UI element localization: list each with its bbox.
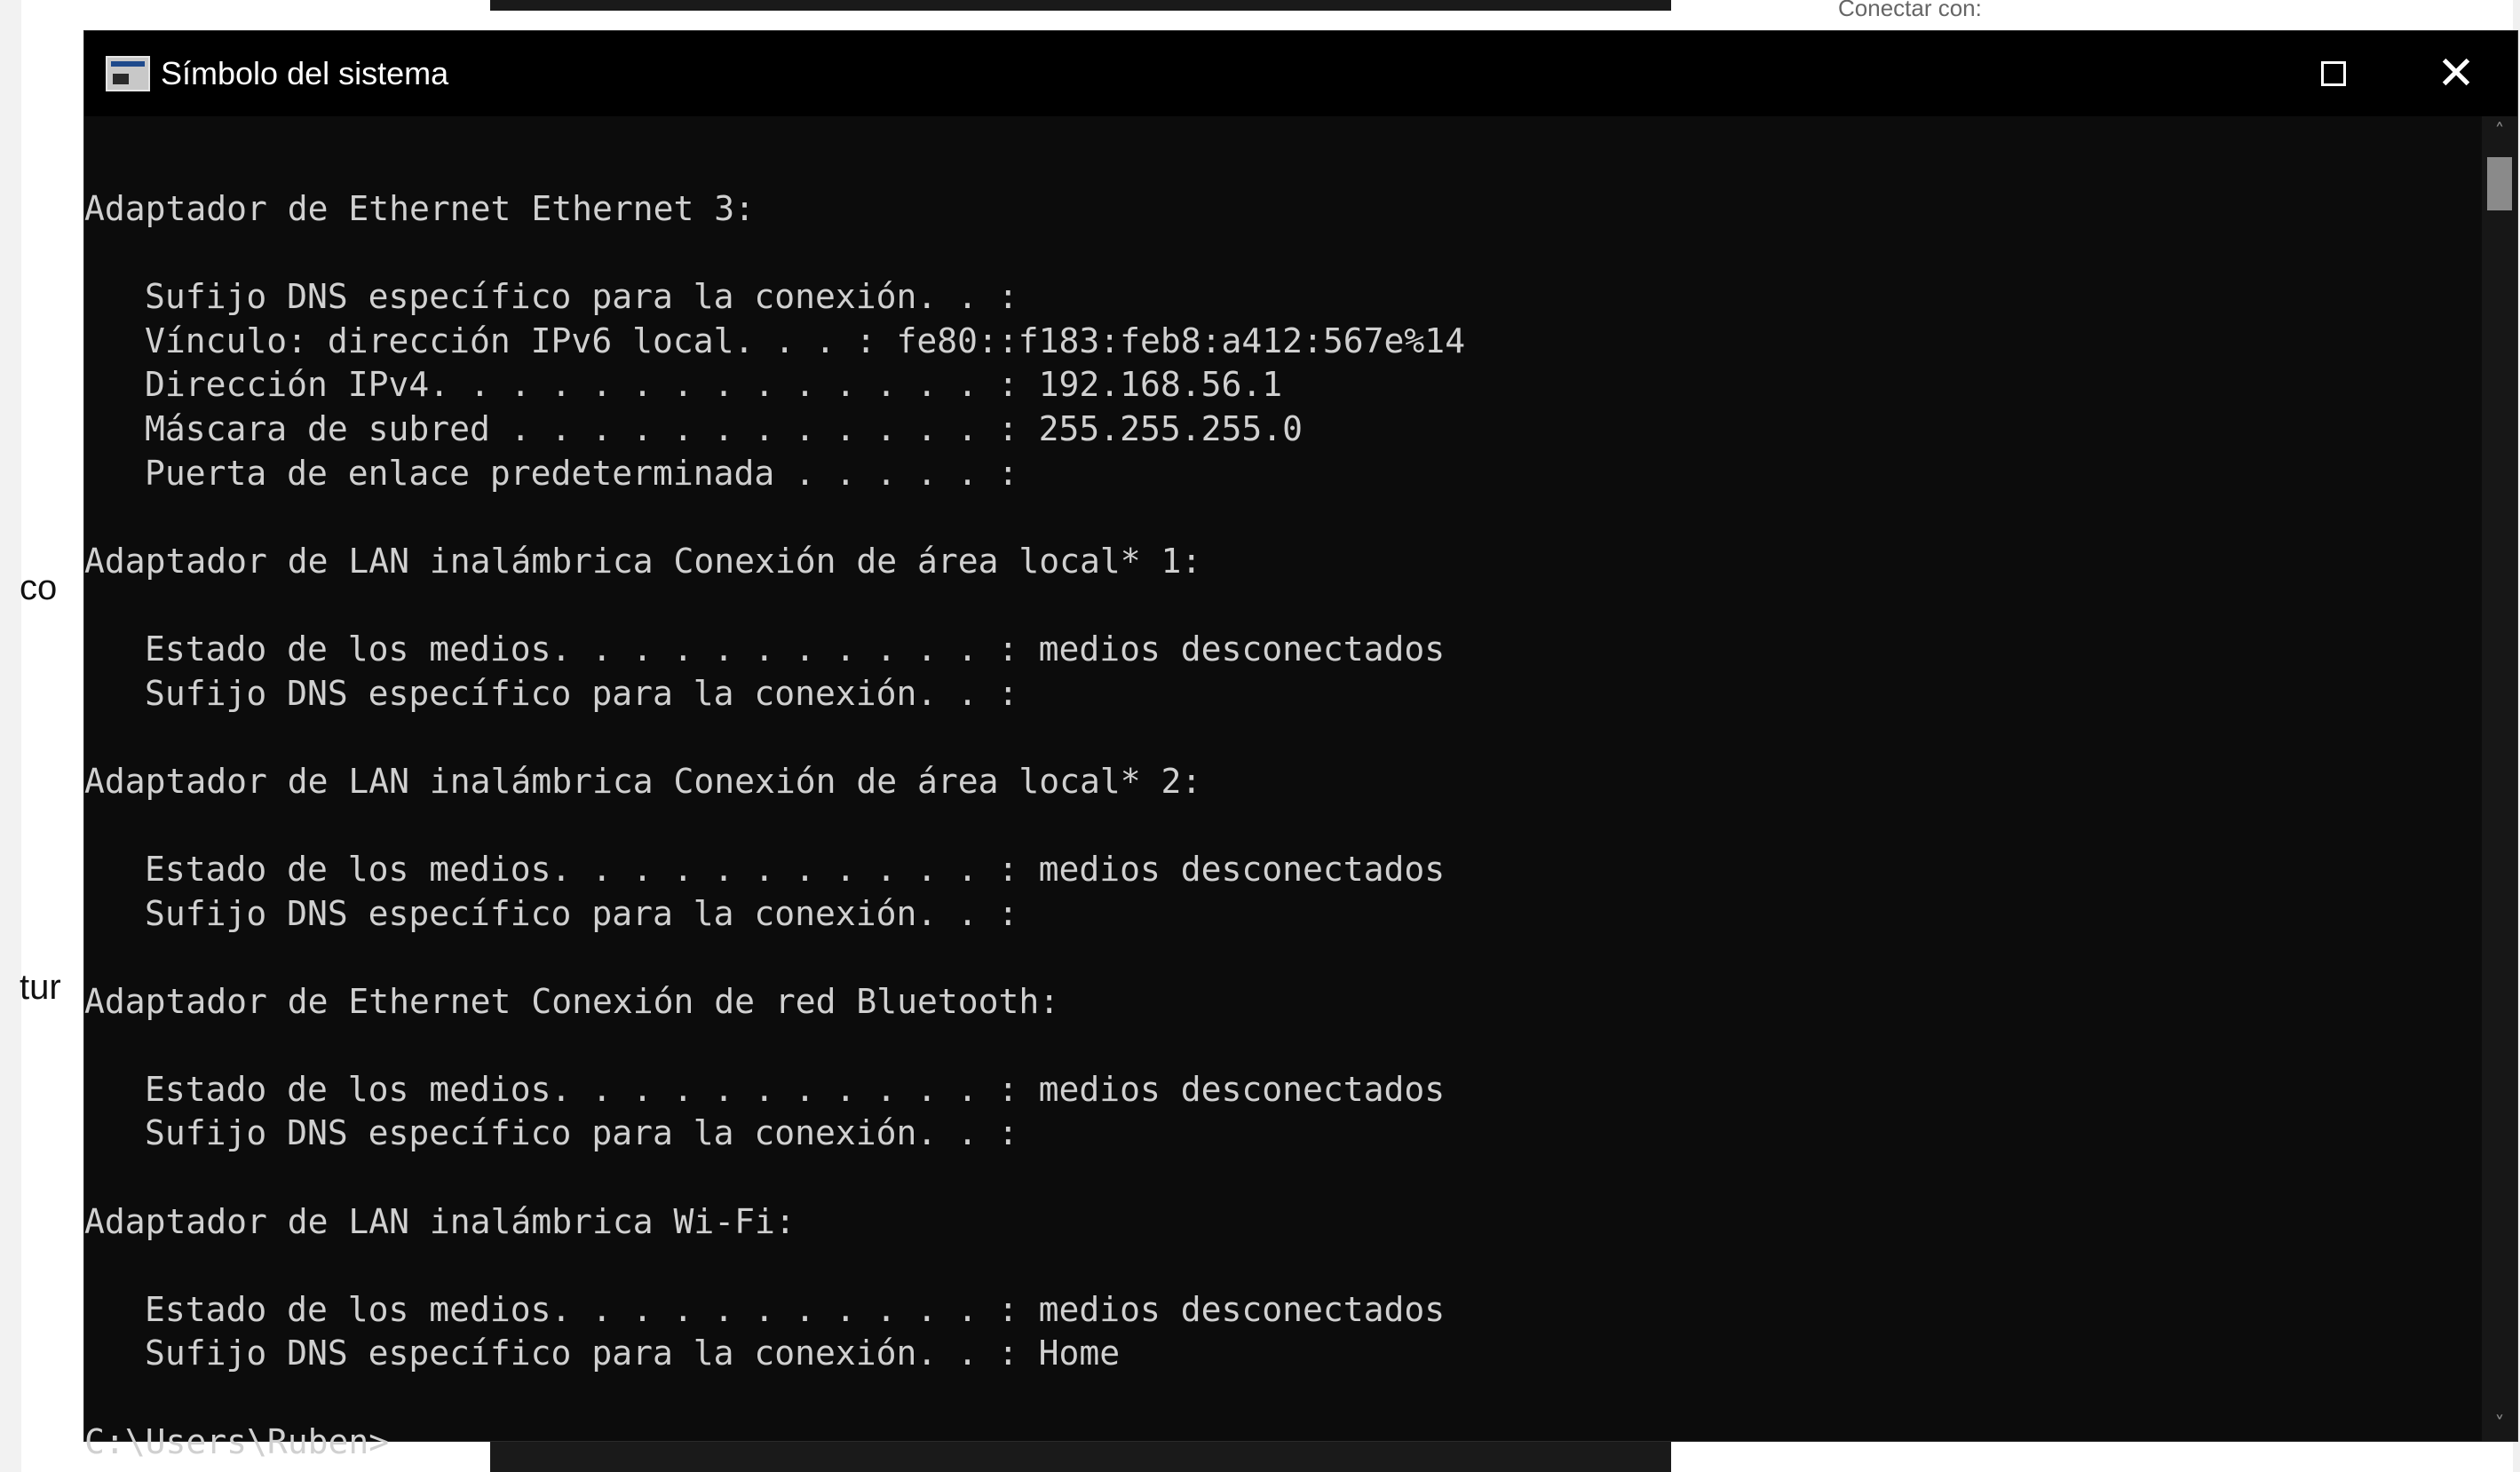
- console-line: Estado de los medios. . . . . . . . . . …: [145, 1289, 1446, 1329]
- console-line: Adaptador de Ethernet Ethernet 3:: [84, 189, 755, 228]
- console-line: Estado de los medios. . . . . . . . . . …: [145, 849, 1446, 889]
- console-line: Sufijo DNS específico para la conexión. …: [145, 893, 1018, 933]
- scroll-up-arrow-icon[interactable]: ˄: [2482, 116, 2517, 148]
- console-line: Adaptador de Ethernet Conexión de red Bl…: [84, 981, 1060, 1021]
- command-prompt-window[interactable]: Símbolo del sistema ✕ Adaptador de Ether…: [83, 30, 2518, 1461]
- console-line: Sufijo DNS específico para la conexión. …: [145, 673, 1018, 713]
- window-title: Símbolo del sistema: [161, 55, 449, 91]
- console-line: Dirección IPv4. . . . . . . . . . . . . …: [145, 365, 1283, 405]
- console-line: Puerta de enlace predeterminada . . . . …: [145, 453, 1018, 493]
- scroll-down-arrow-icon[interactable]: ˅: [2482, 1409, 2517, 1441]
- background-window-edge: [490, 0, 1671, 11]
- maximize-button[interactable]: [2272, 31, 2395, 116]
- console-line: Adaptador de LAN inalámbrica Conexión de…: [84, 761, 1202, 801]
- vertical-scrollbar[interactable]: ˄ ˅: [2482, 116, 2517, 1441]
- maximize-icon: [2321, 61, 2346, 86]
- console-line: C:\Users\Ruben>: [84, 1421, 390, 1461]
- console-line: Vínculo: dirección IPv6 local. . . : fe8…: [145, 321, 1466, 360]
- console-line: Sufijo DNS específico para la conexión. …: [145, 1334, 1121, 1373]
- console-line: Estado de los medios. . . . . . . . . . …: [145, 629, 1446, 669]
- console-line: Estado de los medios. . . . . . . . . . …: [145, 1069, 1446, 1109]
- background-connect-label: Conectar con:: [1838, 0, 1982, 21]
- console-line: Sufijo DNS específico para la conexión. …: [145, 1113, 1018, 1153]
- caption-buttons: ✕: [2272, 31, 2517, 116]
- scroll-thumb[interactable]: [2487, 157, 2512, 210]
- console-line: Adaptador de LAN inalámbrica Conexión de…: [84, 541, 1202, 581]
- console-text: Adaptador de Ethernet Ethernet 3: Sufijo…: [84, 187, 2482, 1464]
- console-output[interactable]: Adaptador de Ethernet Ethernet 3: Sufijo…: [84, 116, 2482, 1461]
- command-prompt-icon[interactable]: [106, 56, 150, 91]
- background-text-fragment: co: [20, 568, 58, 607]
- desktop-background-strip: [0, 0, 21, 1472]
- close-button[interactable]: ✕: [2395, 31, 2517, 116]
- background-text-fragment: tur: [20, 968, 61, 1007]
- console-line: Máscara de subred . . . . . . . . . . . …: [145, 408, 1304, 448]
- console-line: Adaptador de LAN inalámbrica Wi-Fi:: [84, 1201, 796, 1241]
- close-icon: ✕: [2437, 47, 2476, 100]
- console-line: Sufijo DNS específico para la conexión. …: [145, 277, 1018, 317]
- title-bar[interactable]: Símbolo del sistema ✕: [84, 31, 2517, 116]
